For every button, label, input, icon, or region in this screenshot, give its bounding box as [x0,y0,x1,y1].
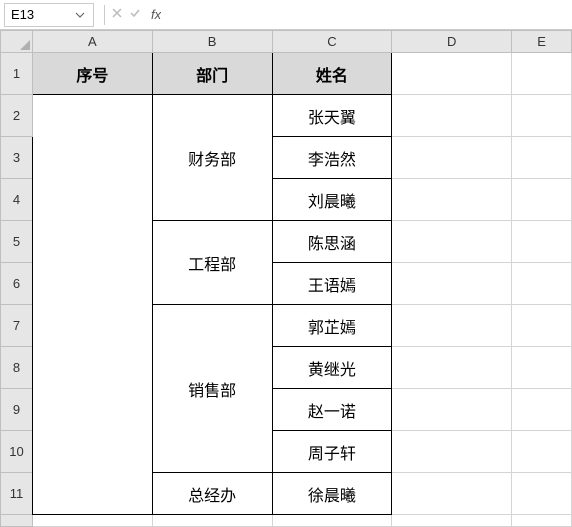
cell-c1[interactable]: 姓名 [272,53,392,95]
cell-dept[interactable]: 总经办 [152,473,272,515]
cell[interactable] [392,95,512,137]
row-header[interactable]: 2 [1,95,33,137]
row-header[interactable]: 1 [1,53,33,95]
cell-name[interactable]: 周子轩 [272,431,392,473]
row-header[interactable]: 9 [1,389,33,431]
cell-dept[interactable]: 工程部 [152,221,272,305]
fx-icon[interactable]: fx [151,7,161,22]
row-header[interactable]: 7 [1,305,33,347]
cell-dept[interactable]: 财务部 [152,95,272,221]
cell[interactable] [512,305,572,347]
cell[interactable] [512,389,572,431]
formula-bar-row: E13 fx [0,0,572,30]
accept-icon[interactable] [129,7,141,22]
cell[interactable] [512,137,572,179]
cell[interactable] [272,515,392,527]
cancel-icon[interactable] [111,7,123,22]
cell-e1[interactable] [512,53,572,95]
cell[interactable] [392,473,512,515]
cell[interactable] [512,347,572,389]
cell[interactable] [512,221,572,263]
divider [104,5,105,25]
cell[interactable] [32,515,152,527]
cell-dept[interactable]: 销售部 [152,305,272,473]
cell[interactable] [392,221,512,263]
cell[interactable] [512,473,572,515]
chevron-down-icon[interactable] [73,10,87,20]
formula-input[interactable] [161,0,572,29]
cell[interactable] [392,347,512,389]
cell-name[interactable]: 郭芷嫣 [272,305,392,347]
cell[interactable] [512,263,572,305]
cell-name[interactable]: 张天翼 [272,95,392,137]
row-header[interactable]: 11 [1,473,33,515]
cell-name[interactable]: 王语嫣 [272,263,392,305]
cell-name[interactable]: 刘晨曦 [272,179,392,221]
row-header[interactable]: 3 [1,137,33,179]
row-header[interactable] [1,515,33,527]
cell[interactable] [392,305,512,347]
cell-name[interactable]: 黄继光 [272,347,392,389]
select-all-corner[interactable] [1,31,33,53]
cell[interactable] [152,515,272,527]
row-header[interactable]: 8 [1,347,33,389]
row-header[interactable]: 10 [1,431,33,473]
cell-d1[interactable] [392,53,512,95]
col-header-a[interactable]: A [32,31,152,53]
spreadsheet-grid[interactable]: A B C D E 1 序号 部门 姓名 2 财务部 张天翼 3 李浩然 4 刘… [0,30,572,527]
cell-b1[interactable]: 部门 [152,53,272,95]
cell[interactable] [392,137,512,179]
col-header-b[interactable]: B [152,31,272,53]
col-header-d[interactable]: D [392,31,512,53]
cell-name[interactable]: 赵一诺 [272,389,392,431]
cell[interactable] [392,515,512,527]
name-box-value: E13 [11,7,73,22]
cell-name[interactable]: 李浩然 [272,137,392,179]
cell-a1[interactable]: 序号 [32,53,152,95]
cell[interactable] [512,515,572,527]
cell[interactable] [512,179,572,221]
cell[interactable] [512,431,572,473]
col-header-c[interactable]: C [272,31,392,53]
name-box[interactable]: E13 [4,3,94,27]
cell-a-merged[interactable] [32,95,152,515]
row-header[interactable]: 5 [1,221,33,263]
cell[interactable] [512,95,572,137]
col-header-e[interactable]: E [512,31,572,53]
cell-name[interactable]: 徐晨曦 [272,473,392,515]
cell[interactable] [392,431,512,473]
row-header[interactable]: 6 [1,263,33,305]
row-header[interactable]: 4 [1,179,33,221]
cell-name[interactable]: 陈思涵 [272,221,392,263]
cell[interactable] [392,389,512,431]
cell[interactable] [392,263,512,305]
formula-actions: fx [111,7,161,22]
cell[interactable] [392,179,512,221]
